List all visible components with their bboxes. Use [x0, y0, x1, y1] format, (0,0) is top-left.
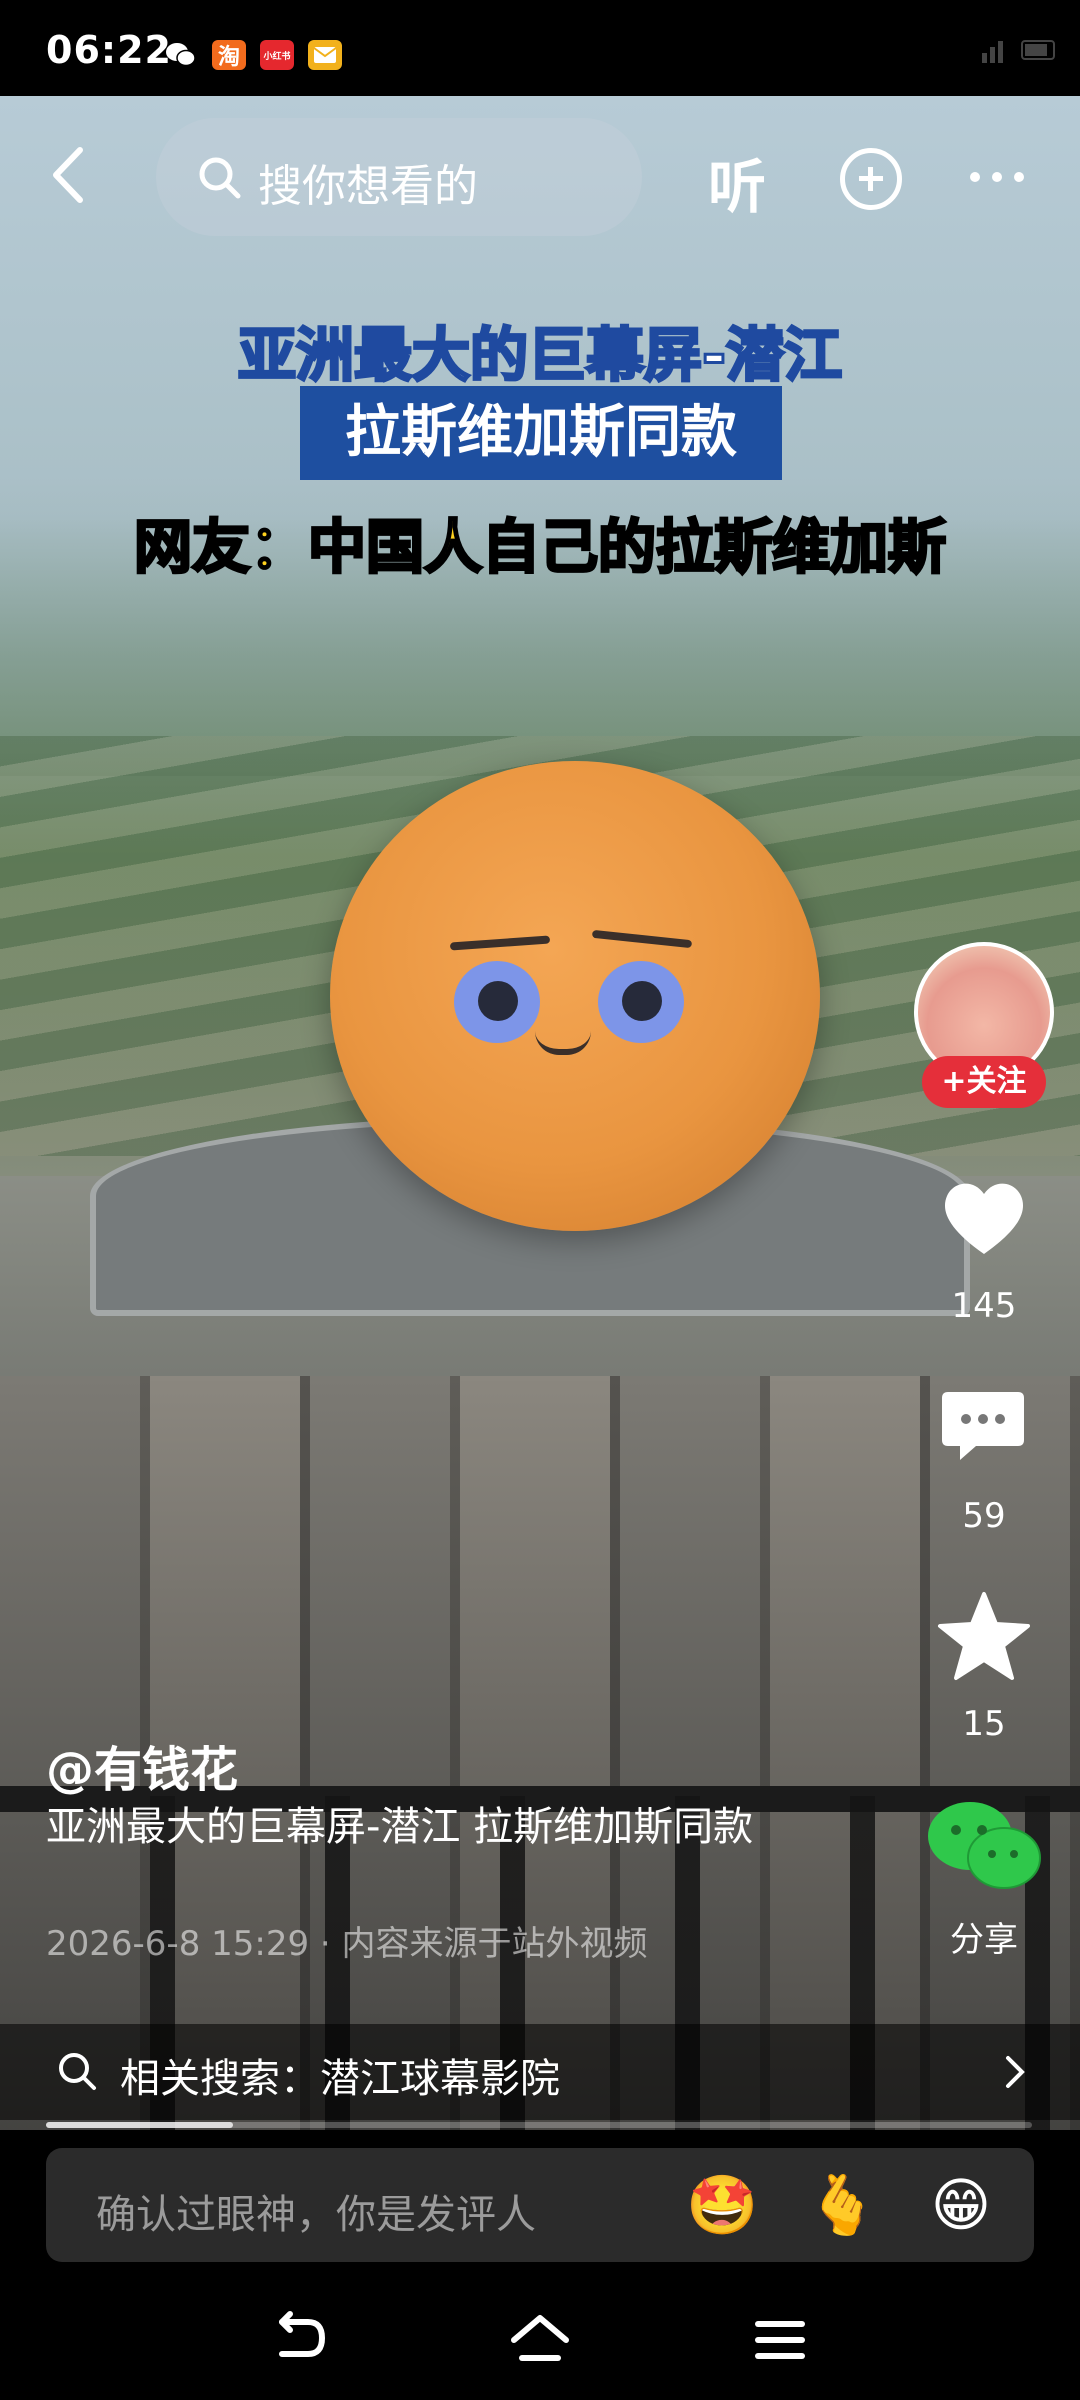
back-nav-icon[interactable]	[268, 2310, 332, 2370]
search-bar[interactable]: 搜你想看的	[156, 118, 642, 236]
video-progress-bar[interactable]	[46, 2122, 1032, 2128]
comment-input[interactable]: 确认过眼神，你是发评人 🤩 🫰 😁	[46, 2148, 1034, 2262]
comment-bar: 确认过眼神，你是发评人 🤩 🫰 😁	[0, 2130, 1080, 2280]
share-label[interactable]: 分享	[914, 1912, 1054, 1961]
comment-icon[interactable]	[940, 1388, 1026, 1464]
wechat-share-icon[interactable]	[926, 1798, 1042, 1894]
xiaohongshu-icon: 小红书	[260, 40, 294, 70]
comment-count: 59	[962, 1496, 1006, 1536]
mail-icon	[308, 40, 342, 70]
emoji-finger-heart-icon[interactable]: 🫰	[806, 2170, 878, 2240]
back-button[interactable]	[38, 140, 98, 210]
search-placeholder: 搜你想看的	[258, 161, 478, 212]
system-nav-bar	[0, 2280, 1080, 2400]
video-caption-line2: 拉斯维加斯同款	[300, 386, 782, 480]
more-button[interactable]	[970, 172, 1024, 182]
post-description: 亚洲最大的巨幕屏-潜江 拉斯维加斯同款	[46, 1804, 754, 1850]
emoji-star-eyes-icon[interactable]: 🤩	[686, 2170, 758, 2240]
video-caption-line3: 网友：中国人自己的拉斯维加斯	[132, 512, 947, 583]
video-caption-line1: 亚洲最大的巨幕屏-潜江	[236, 320, 843, 391]
back-arrow-icon	[53, 147, 83, 203]
battery-icon	[1021, 40, 1055, 60]
status-time: 06:22	[46, 28, 172, 72]
system-status-icons	[700, 30, 1060, 70]
related-search-text: 相关搜索：潜江球幕影院	[120, 2056, 560, 2102]
follow-button[interactable]: +关注	[922, 1056, 1046, 1108]
search-icon	[59, 2053, 96, 2090]
emoji-grin-icon[interactable]: 😁	[926, 2170, 996, 2240]
related-search-bar[interactable]: 相关搜索：潜江球幕影院	[0, 2024, 1080, 2120]
signal-icon	[982, 41, 1003, 63]
comment-placeholder: 确认过眼神，你是发评人	[96, 2192, 536, 2238]
favorite-star-icon[interactable]	[936, 1590, 1032, 1686]
sphere-screen	[330, 761, 820, 1231]
like-count: 145	[951, 1286, 1017, 1326]
status-bar: 06:22 淘 小红书	[0, 0, 1080, 96]
listen-button[interactable]: 听	[708, 140, 766, 224]
home-nav-icon[interactable]	[508, 2310, 572, 2370]
chevron-right-icon	[1006, 2056, 1025, 2088]
like-heart-icon[interactable]	[937, 1170, 1031, 1264]
favorite-count: 15	[962, 1704, 1006, 1744]
post-meta: 2026-6-8 15:29 · 内容来源于站外视频	[46, 1924, 648, 1964]
wechat-icon	[164, 40, 198, 70]
add-button[interactable]	[840, 148, 902, 210]
author-name[interactable]: @有钱花	[46, 1730, 238, 1800]
video-progress-fill	[46, 2122, 234, 2128]
search-icon	[199, 157, 241, 199]
notification-icons: 淘 小红书	[164, 40, 342, 70]
taobao-icon: 淘	[212, 40, 246, 70]
menu-nav-icon[interactable]	[748, 2310, 812, 2370]
